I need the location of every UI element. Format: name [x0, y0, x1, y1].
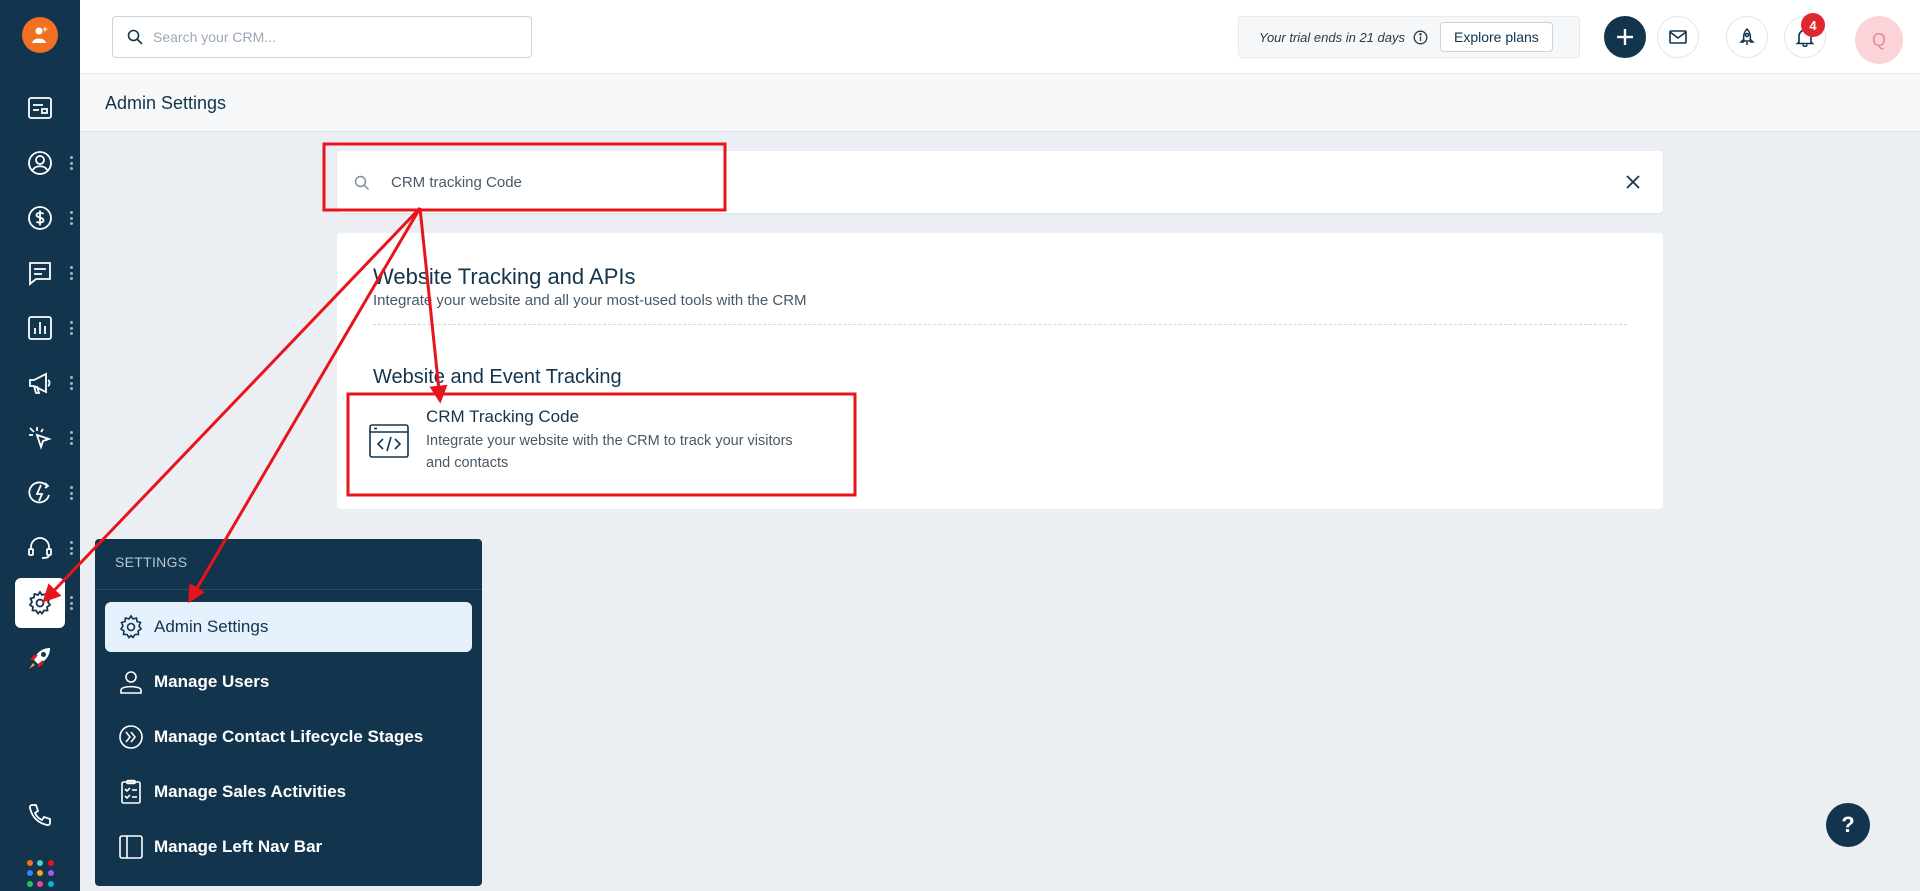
close-icon [1626, 175, 1640, 189]
menu-item-label: Manage Sales Activities [154, 782, 347, 801]
email-button[interactable] [1657, 16, 1699, 58]
trial-banner: Your trial ends in 21 days Explore plans [1238, 16, 1580, 58]
menu-item-manage-left-nav-bar[interactable]: Manage Left Nav Bar [105, 822, 472, 872]
results-section-heading: Website Tracking and APIs [373, 264, 636, 289]
clear-search-button[interactable] [1620, 169, 1646, 195]
nav-automations-more[interactable] [68, 486, 74, 500]
menu-item-manage-lifecycle-stages[interactable]: Manage Contact Lifecycle Stages [105, 712, 472, 762]
result-title: CRM Tracking Code [426, 407, 580, 426]
page-header: Admin Settings [80, 74, 1920, 132]
nav-campaigns[interactable] [15, 358, 65, 408]
phone-icon [28, 804, 51, 827]
nav-automations[interactable] [15, 468, 65, 518]
nav-reports[interactable] [15, 303, 65, 353]
nav-contacts[interactable] [15, 138, 65, 188]
gear-icon [117, 613, 145, 641]
chat-icon [29, 262, 51, 286]
rocket-outline-icon [1739, 27, 1755, 45]
nav-conversations[interactable] [15, 248, 65, 298]
nav-tracking[interactable] [15, 413, 65, 463]
nav-deals-more[interactable] [68, 211, 74, 225]
user-icon [117, 668, 145, 696]
nav-contacts-more[interactable] [68, 156, 74, 170]
freshsales-logo[interactable] [22, 17, 58, 53]
automation-icon [28, 481, 50, 504]
left-nav [0, 0, 80, 891]
logo-person-icon [32, 26, 49, 43]
menu-item-manage-users[interactable]: Manage Users [105, 657, 472, 707]
search-results-panel: Website Tracking and APIs Integrate your… [337, 233, 1663, 509]
settings-search-panel [337, 151, 1663, 213]
dollar-icon [28, 206, 52, 230]
user-avatar[interactable]: Q [1855, 16, 1903, 64]
settings-menu-divider [95, 589, 482, 590]
rocket-icon [29, 648, 50, 669]
nav-conversations-more[interactable] [68, 266, 74, 280]
info-icon[interactable] [1413, 30, 1428, 45]
nav-phone[interactable] [15, 790, 65, 840]
menu-item-label: Manage Users [154, 672, 270, 691]
results-group-heading: Website and Event Tracking [373, 366, 622, 388]
help-button[interactable]: ? [1826, 803, 1870, 847]
nav-support-more[interactable] [68, 541, 74, 555]
nav-campaigns-more[interactable] [68, 376, 74, 390]
nav-support[interactable] [15, 523, 65, 573]
dashboard-icon [28, 97, 52, 119]
crm-search-input[interactable] [153, 29, 513, 45]
nav-reports-more[interactable] [68, 321, 74, 335]
plus-icon [1617, 29, 1633, 45]
bar-chart-icon [28, 316, 52, 340]
mail-icon [1669, 30, 1687, 44]
megaphone-icon [29, 372, 51, 394]
page-title: Admin Settings [105, 93, 227, 113]
contacts-icon [28, 151, 52, 175]
menu-item-label: Manage Contact Lifecycle Stages [154, 727, 424, 746]
nav-settings-more[interactable] [68, 596, 74, 610]
menu-item-label: Admin Settings [154, 617, 269, 636]
nav-dashboard[interactable] [15, 83, 65, 133]
trial-text: Your trial ends in 21 days [1259, 29, 1405, 45]
nav-settings[interactable] [15, 578, 65, 628]
notification-count-badge: 4 [1801, 13, 1825, 37]
results-section-subheading: Integrate your website and all your most… [373, 292, 807, 309]
code-window-icon [369, 424, 409, 458]
nav-tracking-more[interactable] [68, 431, 74, 445]
search-icon [354, 175, 369, 190]
apps-grid-icon[interactable] [27, 860, 55, 888]
top-bar: Your trial ends in 21 days Explore plans… [80, 0, 1920, 74]
nav-getting-started[interactable] [15, 633, 65, 683]
cursor-click-icon [29, 427, 52, 450]
lifecycle-icon [117, 723, 145, 751]
headset-icon [28, 537, 52, 559]
settings-popup-menu: SETTINGS Admin Settings Manage Users Man… [95, 539, 482, 886]
results-divider [373, 324, 1627, 325]
menu-item-admin-settings[interactable]: Admin Settings [105, 602, 472, 652]
checklist-icon [117, 778, 145, 806]
nav-deals[interactable] [15, 193, 65, 243]
crm-tracking-code-result[interactable]: CRM Tracking Code Integrate your website… [349, 393, 849, 483]
onboarding-button[interactable] [1726, 16, 1768, 58]
quick-add-button[interactable] [1604, 16, 1646, 58]
gear-icon [28, 590, 52, 615]
menu-item-label: Manage Left Nav Bar [154, 837, 323, 856]
settings-search-input[interactable] [391, 169, 1291, 195]
explore-plans-button[interactable]: Explore plans [1439, 22, 1553, 52]
crm-search-box[interactable] [112, 16, 532, 58]
settings-menu-title: SETTINGS [115, 554, 188, 570]
search-icon [127, 29, 143, 45]
menu-item-manage-sales-activities[interactable]: Manage Sales Activities [105, 767, 472, 817]
result-description: Integrate your website with the CRM to t… [426, 433, 793, 471]
sidebar-layout-icon [117, 833, 145, 861]
